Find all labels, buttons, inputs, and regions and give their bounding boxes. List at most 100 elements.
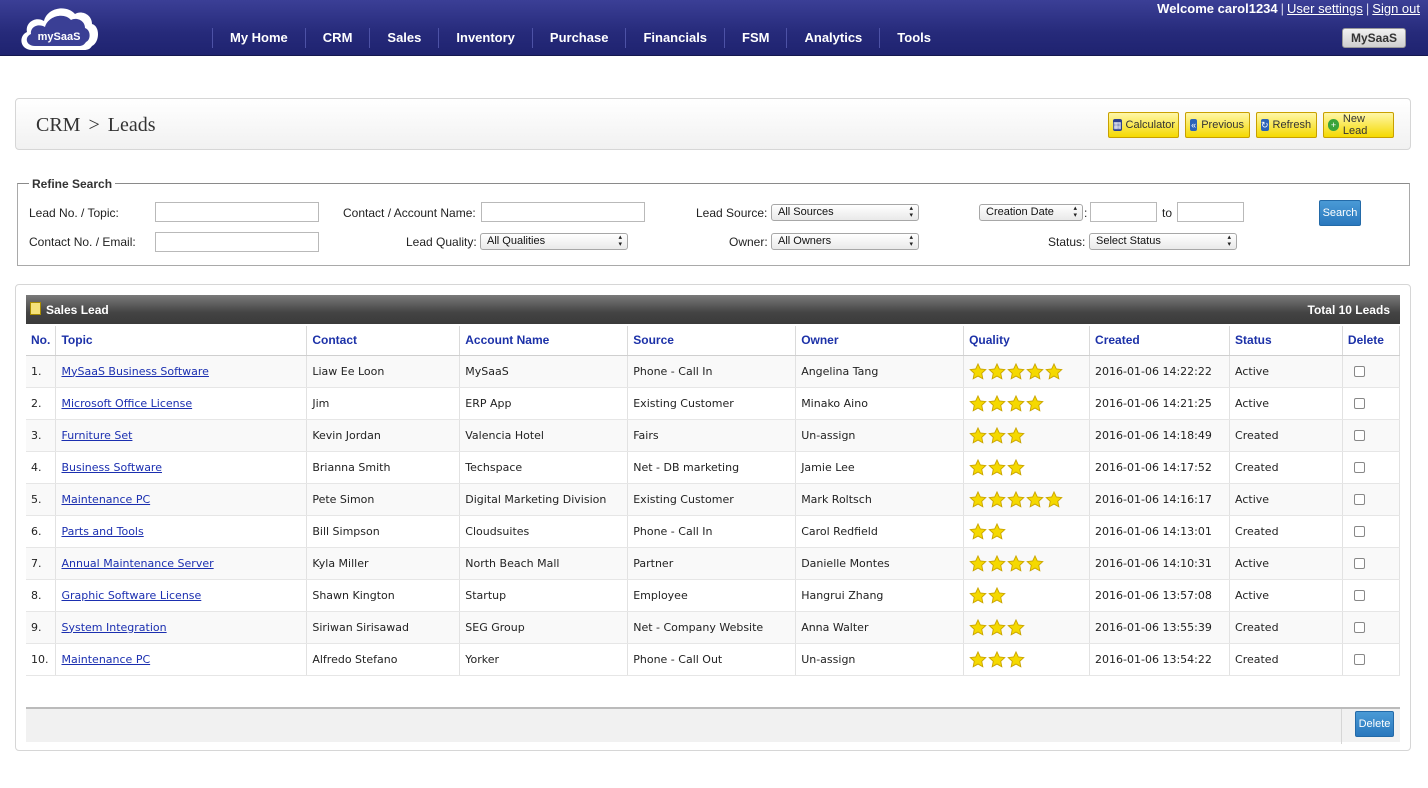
row-contact: Siriwan Sirisawad [306,611,461,644]
nav-inventory[interactable]: Inventory [438,28,532,48]
star-icon [1026,490,1044,508]
nav-financials[interactable]: Financials [625,28,724,48]
nav-fsm[interactable]: FSM [724,28,786,48]
date-colon: : [1084,206,1088,220]
search-button[interactable]: Search [1319,200,1361,226]
refresh-button[interactable]: ↻ Refresh [1256,112,1317,138]
breadcrumb: CRM > Leads [36,114,156,137]
row-topic-link[interactable]: Maintenance PC [61,493,150,506]
row-no: 7. [26,547,57,580]
row-delete-checkbox[interactable] [1353,526,1365,537]
nav-purchase[interactable]: Purchase [531,28,626,48]
notepad-icon [30,302,41,315]
star-icon [1007,426,1025,444]
mysaas-logo[interactable]: mySaaS [18,2,100,54]
col-contact[interactable]: Contact [306,326,461,356]
nav-crm[interactable]: CRM [304,28,370,48]
main-nav: My Home CRM Sales Inventory Purchase Fin… [212,28,948,48]
col-source[interactable]: Source [627,326,797,356]
calculator-icon: ▦ [1113,119,1122,131]
row-delete-checkbox[interactable] [1353,398,1365,409]
table-row: 5. Maintenance PC Pete Simon Digital Market… [26,483,1401,516]
col-owner[interactable]: Owner [795,326,965,356]
refine-search-panel [17,183,1410,266]
nav-sales[interactable]: Sales [369,28,438,48]
date-from-input[interactable] [1090,202,1157,222]
lead-source-select[interactable]: All Sources [771,204,919,221]
row-no: 4. [26,451,57,484]
new-lead-button[interactable]: + New Lead [1323,112,1394,138]
star-icon [969,426,987,444]
col-no[interactable]: No. [26,326,57,356]
star-icon [988,458,1006,476]
col-topic[interactable]: Topic [55,326,308,356]
row-topic-link[interactable]: Maintenance PC [61,653,150,666]
row-status: Active [1229,579,1343,612]
lead-quality-select[interactable]: All Qualities [480,233,628,250]
row-status: Created [1229,515,1343,548]
user-settings-link[interactable]: User settings [1287,1,1363,16]
owner-select[interactable]: All Owners [771,233,919,250]
nav-my-home[interactable]: My Home [212,28,305,48]
contact-no-label: Contact No. / Email: [29,235,136,249]
row-topic-link[interactable]: Microsoft Office License [61,397,192,410]
row-topic-link[interactable]: Annual Maintenance Server [61,557,213,570]
row-created: 2016-01-06 13:55:39 [1089,611,1231,644]
row-delete-checkbox[interactable] [1353,622,1365,633]
row-owner: Angelina Tang [795,355,965,388]
row-source: Phone - Call In [627,515,797,548]
status-select[interactable]: Select Status [1089,233,1237,250]
contact-account-label: Contact / Account Name: [343,206,476,220]
date-to-input[interactable] [1177,202,1244,222]
row-topic-cell: Graphic Software License [55,579,308,612]
row-delete-checkbox[interactable] [1353,654,1365,665]
lead-no-input[interactable] [155,202,319,222]
contact-no-input[interactable] [155,232,319,252]
table-row: 6. Parts and Tools Bill Simpson Cloudsuites… [26,515,1401,548]
star-icon [988,522,1006,540]
mysaas-button[interactable]: MySaaS [1342,28,1406,48]
row-delete-checkbox[interactable] [1353,558,1365,569]
star-icon [969,490,987,508]
row-source: Fairs [627,419,797,452]
grid-header: Sales Lead Total 10 Leads [26,295,1400,324]
row-delete-checkbox[interactable] [1353,430,1365,441]
row-topic-link[interactable]: Parts and Tools [61,525,143,538]
row-topic-link[interactable]: System Integration [61,621,166,634]
nav-tools[interactable]: Tools [879,28,948,48]
row-topic-cell: MySaaS Business Software [55,355,308,388]
previous-button[interactable]: « Previous [1185,112,1250,138]
row-created: 2016-01-06 14:22:22 [1089,355,1231,388]
row-topic-link[interactable]: Furniture Set [61,429,132,442]
col-quality[interactable]: Quality [963,326,1091,356]
row-topic-link[interactable]: Graphic Software License [61,589,201,602]
calculator-label: Calculator [1125,119,1176,131]
col-status[interactable]: Status [1229,326,1343,356]
lead-source-label: Lead Source: [696,206,768,220]
contact-account-input[interactable] [481,202,645,222]
row-source: Phone - Call Out [627,643,797,676]
col-account[interactable]: Account Name [459,326,629,356]
row-created: 2016-01-06 14:10:31 [1089,547,1231,580]
nav-analytics[interactable]: Analytics [786,28,879,48]
row-status: Active [1229,387,1343,420]
row-delete-checkbox[interactable] [1353,590,1365,601]
delete-button[interactable]: Delete [1355,711,1394,737]
row-delete-checkbox[interactable] [1353,366,1365,377]
sign-out-link[interactable]: Sign out [1372,1,1420,16]
row-contact: Pete Simon [306,483,461,516]
row-delete-checkbox[interactable] [1353,462,1365,473]
breadcrumb-crm[interactable]: CRM [36,114,80,136]
calculator-button[interactable]: ▦ Calculator [1108,112,1179,138]
row-topic-link[interactable]: Business Software [61,461,162,474]
row-created: 2016-01-06 14:17:52 [1089,451,1231,484]
row-no: 10. [26,643,57,676]
date-field-select[interactable]: Creation Date [979,204,1083,221]
row-topic-link[interactable]: MySaaS Business Software [61,365,208,378]
row-quality [963,643,1091,676]
row-delete-checkbox[interactable] [1353,494,1365,505]
col-created[interactable]: Created [1089,326,1231,356]
row-no: 1. [26,355,57,388]
row-account: SEG Group [459,611,629,644]
table-row: 2. Microsoft Office License Jim ERP App Exis… [26,387,1401,420]
